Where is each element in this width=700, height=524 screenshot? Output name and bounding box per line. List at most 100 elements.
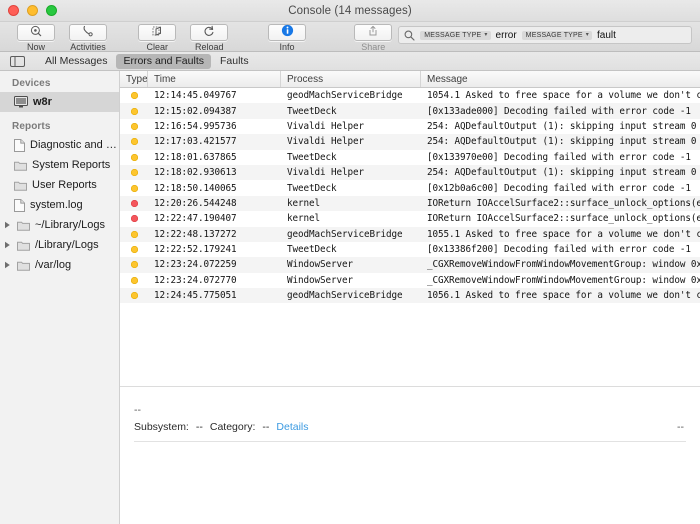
fault-dot-icon — [130, 169, 138, 177]
cell-time: 12:18:01.637865 — [154, 151, 237, 163]
column-header-type[interactable]: Type — [120, 71, 148, 87]
table-row[interactable]: 12:18:50.140065 TweetDeck [0x12b0a6c00] De… — [120, 180, 700, 196]
cell-message: _CGXRemoveWindowFromWindowMovementGroup:… — [427, 274, 700, 286]
table-row[interactable]: 12:14:45.049767 geodMachServiceBridge 1054… — [120, 88, 700, 104]
cell-process: TweetDeck — [287, 151, 337, 163]
table-row[interactable]: 12:15:02.094387 TweetDeck [0x133ade000] De… — [120, 103, 700, 119]
table-row[interactable]: 12:16:54.995736 Vivaldi Helper 254: AQDefa… — [120, 118, 700, 135]
zoom-window-button[interactable] — [46, 5, 57, 16]
fault-dot-icon — [130, 92, 138, 100]
toolbar-button-share[interactable]: Share — [348, 24, 398, 52]
cell-process: kernel — [287, 213, 320, 225]
toolbar-label-activities: Activities — [70, 42, 106, 52]
traffic-lights — [0, 5, 57, 16]
sidebar-item-label: system.log — [30, 199, 83, 211]
sidebar-item-var-log[interactable]: /var/log — [0, 255, 119, 275]
column-header-message[interactable]: Message — [421, 71, 700, 87]
tab-all-messages[interactable]: All Messages — [38, 54, 114, 69]
cell-type — [120, 246, 148, 254]
table-row[interactable]: 12:17:03.421577 Vivaldi Helper 254: AQDefa… — [120, 134, 700, 150]
now-clock-icon — [30, 24, 42, 42]
cell-time: 12:17:03.421577 — [154, 136, 237, 148]
fault-dot-icon — [130, 107, 138, 115]
table-row[interactable]: 12:22:47.190407 kernel IOReturn IOAccelSur… — [120, 211, 700, 227]
disclosure-triangle-icon[interactable] — [3, 221, 12, 229]
toolbar-group-mid: Clear Reload — [131, 24, 235, 52]
sidebar-item-library-logs[interactable]: /Library/Logs — [0, 235, 119, 255]
toolbar: Now Activities Clear Reload Info Share M… — [0, 22, 700, 52]
table-row[interactable]: 12:22:48.137272 geodMachServiceBridge 1055… — [120, 226, 700, 242]
disclosure-triangle-icon[interactable] — [3, 261, 12, 269]
cell-type — [120, 184, 148, 192]
cell-type — [120, 276, 148, 284]
detail-meta-row: Subsystem: -- Category: -- Details -- — [134, 421, 690, 441]
cell-process: Vivaldi Helper — [287, 136, 364, 148]
window-body: Devices w8r Reports Diagnostic and U… Sy… — [0, 71, 700, 524]
cell-time: 12:15:02.094387 — [154, 105, 237, 117]
cell-process: geodMachServiceBridge — [287, 90, 403, 102]
sidebar-item-system-reports[interactable]: System Reports — [0, 155, 119, 175]
sidebar-toggle-icon[interactable] — [8, 54, 26, 68]
folder-icon — [17, 240, 30, 251]
filter-term-1[interactable]: error — [496, 30, 517, 41]
cell-process: Vivaldi Helper — [287, 167, 364, 179]
clear-icon — [151, 24, 163, 42]
cell-message: [0x133ade000] Decoding failed with error… — [427, 105, 691, 117]
sidebar-item-system-log[interactable]: system.log — [0, 195, 119, 215]
cell-message: IOReturn IOAccelSurface2::surface_unlock… — [427, 213, 700, 225]
filter-term-2[interactable]: fault — [597, 30, 616, 41]
filter-token-message-type-1[interactable]: MESSAGE TYPE ▾ — [420, 30, 491, 40]
folder-icon — [14, 160, 27, 171]
sidebar-item-w8r[interactable]: w8r — [0, 92, 119, 112]
sidebar-item-label: w8r — [33, 96, 52, 108]
minimize-window-button[interactable] — [27, 5, 38, 16]
cell-process: WindowServer — [287, 274, 353, 286]
tab-errors-and-faults[interactable]: Errors and Faults — [116, 53, 211, 69]
cell-message: 254: AQDefaultOutput (1): skipping input… — [427, 120, 700, 132]
toolbar-button-info[interactable]: Info — [262, 24, 312, 52]
column-header-process[interactable]: Process — [281, 71, 421, 87]
main-pane: Type Time Process Message 12:14:45.04976… — [120, 71, 700, 524]
toolbar-label-info: Info — [279, 42, 295, 52]
error-dot-icon — [130, 215, 138, 223]
disclosure-triangle-icon[interactable] — [3, 241, 12, 249]
cell-time: 12:18:50.140065 — [154, 182, 237, 194]
column-header-time[interactable]: Time — [148, 71, 281, 87]
toolbar-button-clear[interactable]: Clear — [131, 24, 183, 52]
table-row[interactable]: 12:18:01.637865 TweetDeck [0x133970e00] De… — [120, 149, 700, 165]
filter-token-message-type-2[interactable]: MESSAGE TYPE ▾ — [521, 30, 593, 40]
detail-pane: -- Subsystem: -- Category: -- Details -- — [120, 386, 700, 442]
table-row[interactable]: 12:23:24.072770 WindowServer _CGXRemoveWin… — [120, 272, 700, 289]
cell-process: geodMachServiceBridge — [287, 290, 403, 302]
search-field[interactable]: MESSAGE TYPE ▾ error MESSAGE TYPE ▾ faul… — [398, 26, 692, 44]
filter-bar: All Messages Errors and Faults Faults — [0, 52, 700, 71]
sidebar-item-home-library-logs[interactable]: ~/Library/Logs — [0, 215, 119, 235]
cell-time: 12:14:45.049767 — [154, 90, 237, 102]
cell-time: 12:22:52.179241 — [154, 244, 237, 256]
filter-token-label-2: MESSAGE TYPE — [525, 31, 583, 39]
cell-message: 1056.1 Asked to free space for a volume … — [427, 290, 700, 302]
sidebar-item-user-reports[interactable]: User Reports — [0, 175, 119, 195]
table-row[interactable]: 12:18:02.930613 Vivaldi Helper 254: AQDefa… — [120, 164, 700, 181]
cell-message: 1054.1 Asked to free space for a volume … — [427, 90, 700, 102]
toolbar-button-now[interactable]: Now — [10, 24, 62, 52]
table-row[interactable]: 12:22:52.179241 TweetDeck [0x13386f200] De… — [120, 241, 700, 258]
cell-process: kernel — [287, 197, 320, 209]
chevron-down-icon: ▾ — [585, 32, 590, 38]
sidebar-item-label: System Reports — [32, 159, 111, 171]
toolbar-label-clear: Clear — [146, 42, 168, 52]
table-row[interactable]: 12:23:24.072259 WindowServer _CGXRemoveWin… — [120, 257, 700, 273]
toolbar-button-activities[interactable]: Activities — [62, 24, 114, 52]
toolbar-button-reload[interactable]: Reload — [183, 24, 235, 52]
tab-faults[interactable]: Faults — [213, 54, 256, 69]
cell-process: WindowServer — [287, 259, 353, 271]
details-link[interactable]: Details — [276, 421, 308, 433]
cell-process: TweetDeck — [287, 244, 337, 256]
cell-message: [0x12b0a6c00] Decoding failed with error… — [427, 182, 691, 194]
close-window-button[interactable] — [8, 5, 19, 16]
table-row[interactable]: 12:24:45.775051 geodMachServiceBridge 1056… — [120, 288, 700, 304]
sidebar-item-diagnostic-and-usage[interactable]: Diagnostic and U… — [0, 135, 119, 155]
table-row[interactable]: 12:20:26.544248 kernel IOReturn IOAccelSur… — [120, 195, 700, 212]
fault-dot-icon — [130, 261, 138, 269]
chevron-down-icon: ▾ — [484, 32, 488, 38]
